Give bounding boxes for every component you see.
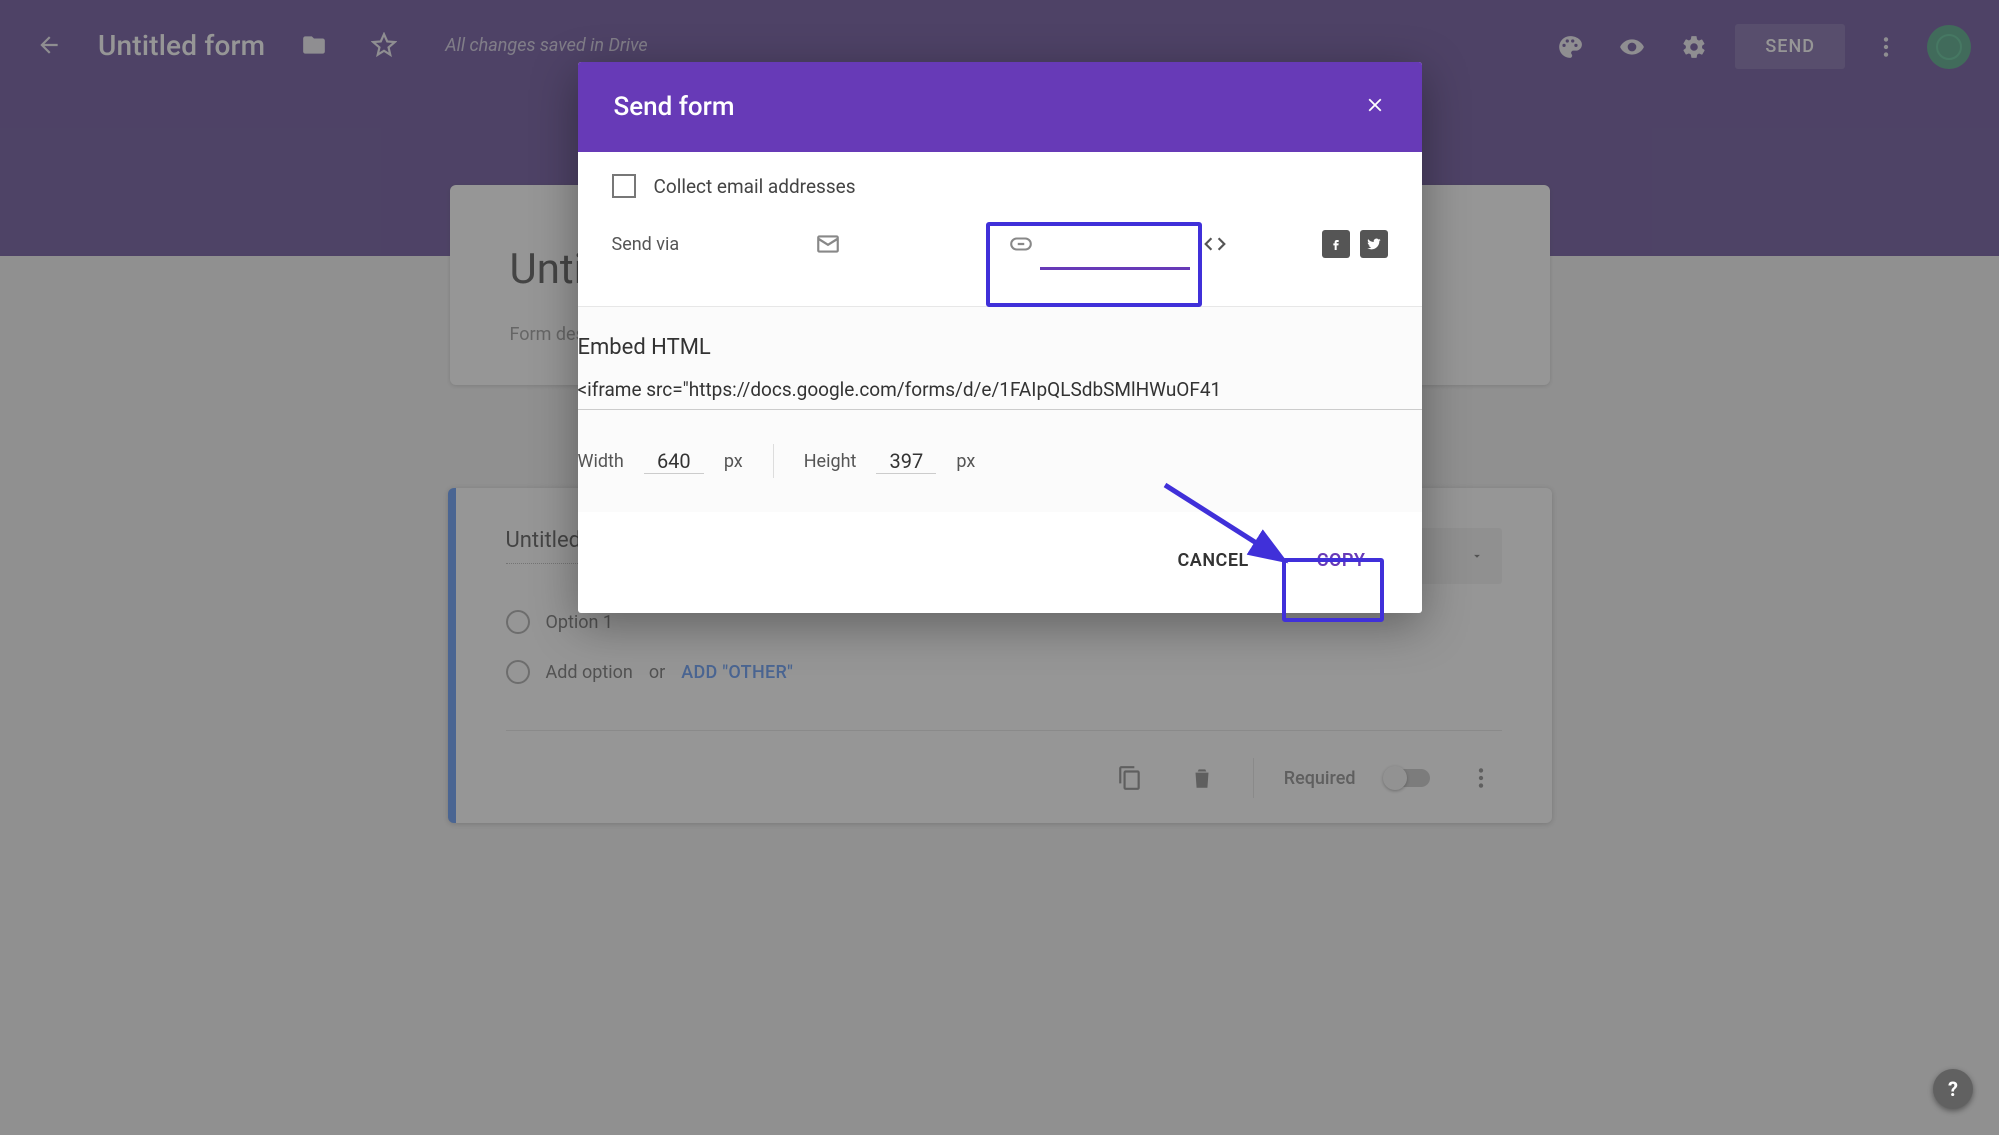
send-via-label: Send via — [612, 234, 732, 255]
share-facebook-button[interactable] — [1322, 230, 1350, 258]
width-label: Width — [578, 451, 624, 472]
share-twitter-button[interactable] — [1360, 230, 1388, 258]
collect-emails-checkbox[interactable] — [612, 174, 636, 198]
px-label: px — [956, 451, 975, 472]
copy-button[interactable]: COPY — [1291, 538, 1392, 583]
height-input[interactable] — [876, 449, 936, 474]
px-label: px — [724, 451, 743, 472]
send-via-link-tab[interactable] — [925, 224, 1118, 264]
width-input[interactable] — [644, 449, 704, 474]
mail-icon — [815, 231, 841, 257]
facebook-icon — [1328, 236, 1344, 252]
send-via-email-tab[interactable] — [732, 224, 925, 264]
send-form-dialog: Send form Collect email addresses Send v… — [578, 62, 1422, 613]
code-icon — [1202, 231, 1228, 257]
height-label: Height — [804, 451, 857, 472]
help-button[interactable]: ? — [1933, 1069, 1973, 1109]
twitter-icon — [1366, 236, 1382, 252]
cancel-button[interactable]: CANCEL — [1152, 538, 1275, 583]
link-icon — [1008, 231, 1034, 257]
send-via-embed-tab[interactable] — [1118, 224, 1311, 264]
embed-html-title: Embed HTML — [578, 335, 1422, 360]
close-icon — [1364, 94, 1386, 116]
embed-code-field[interactable] — [578, 378, 1422, 410]
dialog-title: Send form — [614, 92, 735, 122]
dialog-close-button[interactable] — [1364, 94, 1386, 120]
help-icon: ? — [1948, 1077, 1958, 1101]
tab-indicator — [1040, 267, 1190, 270]
collect-emails-label: Collect email addresses — [654, 175, 856, 198]
